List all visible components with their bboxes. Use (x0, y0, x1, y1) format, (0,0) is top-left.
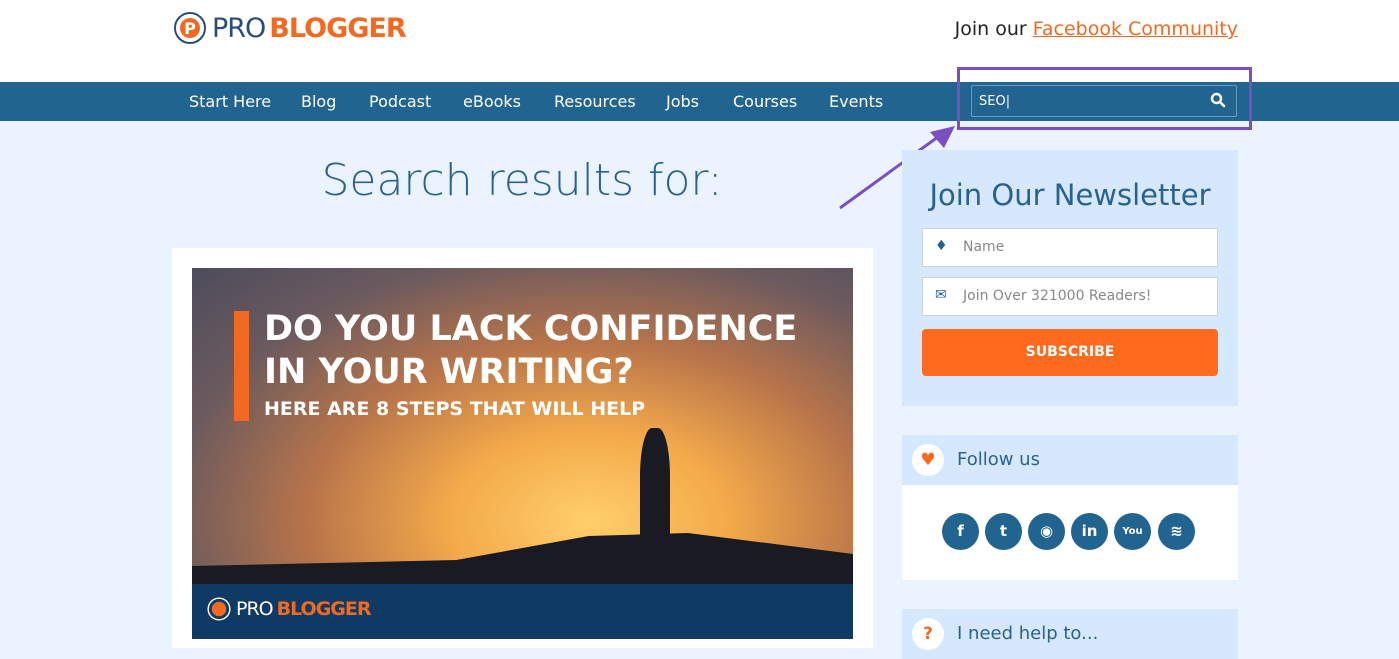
rss-icon[interactable]: ≋ (1158, 513, 1195, 550)
facebook-icon[interactable]: f (942, 513, 979, 550)
newsletter-title: Join Our Newsletter (929, 178, 1211, 212)
page-title: Search results for: (321, 155, 723, 206)
post-headline: DO YOU LACK CONFIDENCE IN YOUR WRITING? (264, 309, 798, 392)
search-result-card[interactable]: DO YOU LACK CONFIDENCE IN YOUR WRITING? H… (172, 248, 873, 648)
nav-ebooks[interactable]: eBooks (463, 92, 521, 111)
nav-podcast[interactable]: Podcast (369, 92, 431, 111)
tag-icon: ♦ (935, 238, 948, 254)
image-brand-band: PRO BLOGGER (192, 584, 853, 639)
band-logo: PRO BLOGGER (206, 596, 371, 622)
person-silhouette (640, 428, 670, 548)
social-icons: f t ◉ in You ≋ (902, 485, 1238, 580)
svg-text:P: P (184, 19, 196, 38)
hill-silhouette (192, 533, 853, 584)
newsletter-widget: Join Our Newsletter ♦ Name ✉ Join Over 321… (902, 150, 1238, 406)
nav-jobs[interactable]: Jobs (666, 92, 699, 111)
twitter-icon[interactable]: t (985, 513, 1022, 550)
highlight-box (957, 67, 1252, 130)
subscribe-button[interactable]: SUBSCRIBE (922, 329, 1218, 376)
follow-header: ♥ Follow us (902, 435, 1238, 485)
youtube-icon[interactable]: You (1114, 513, 1151, 550)
accent-bar (234, 311, 249, 421)
nav-courses[interactable]: Courses (733, 92, 797, 111)
name-input[interactable]: ♦ Name (922, 228, 1218, 267)
problogger-logo[interactable]: P PRO BLOGGER (172, 10, 407, 46)
linkedin-icon[interactable]: in (1071, 513, 1108, 550)
nav-resources[interactable]: Resources (554, 92, 636, 111)
nav-events[interactable]: Events (829, 92, 883, 111)
question-icon: ? (912, 618, 944, 650)
podcast-icon[interactable]: ◉ (1028, 513, 1065, 550)
email-input[interactable]: ✉ Join Over 321000 Readers! (922, 277, 1218, 316)
facebook-community-link[interactable]: Facebook Community (1033, 18, 1238, 40)
help-header: ? I need help to... (902, 609, 1238, 659)
post-featured-image[interactable]: DO YOU LACK CONFIDENCE IN YOUR WRITING? H… (192, 268, 853, 584)
join-facebook: Join our Facebook Community (954, 18, 1238, 40)
nav-start-here[interactable]: Start Here (189, 92, 271, 111)
post-subheadline: HERE ARE 8 STEPS THAT WILL HELP (264, 398, 646, 420)
nav-blog[interactable]: Blog (301, 92, 336, 111)
heart-icon: ♥ (912, 444, 944, 476)
envelope-icon: ✉ (935, 287, 947, 303)
logo-mark-icon (207, 597, 231, 621)
logo-mark-icon: P (174, 12, 206, 44)
